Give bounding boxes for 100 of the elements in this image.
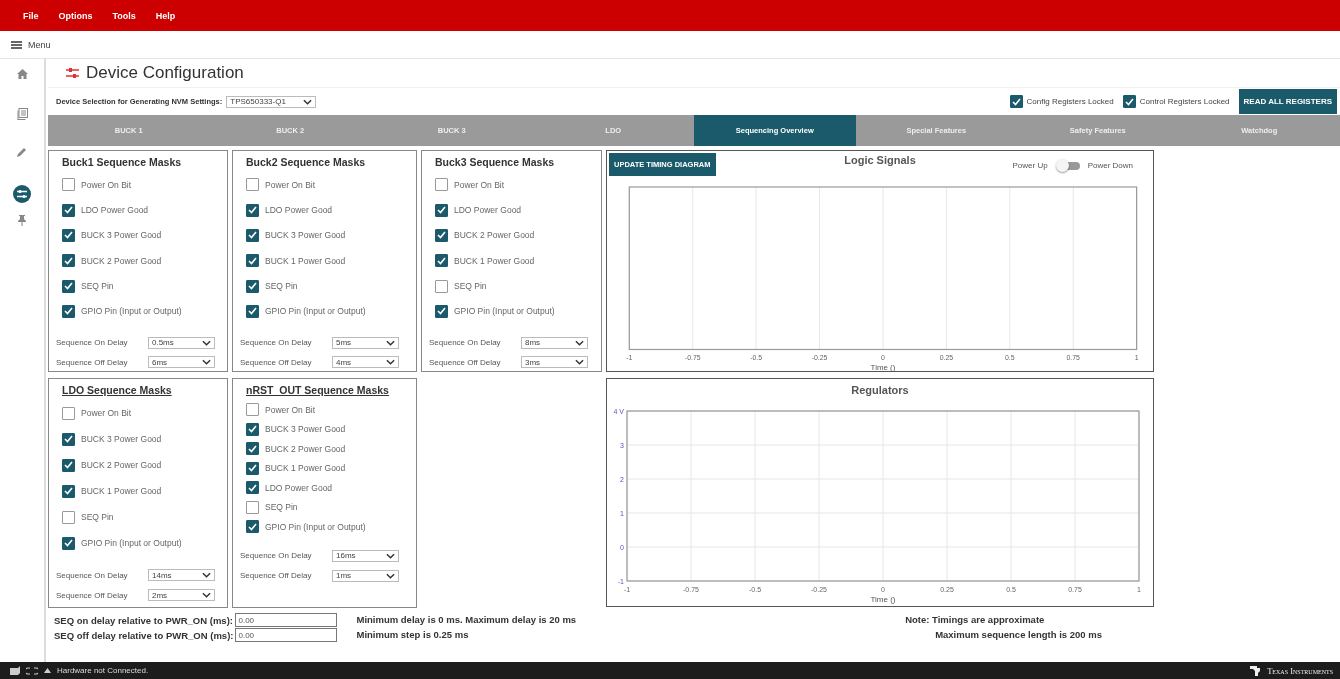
checkbox-label: SEQ Pin [265,281,298,292]
checkbox[interactable] [246,520,259,534]
checkbox-label: GPIO Pin (Input or Output) [81,306,182,317]
hint-text: Minimum delay is 0 ms. Maximum delay is 20 ms [356,614,577,625]
brand-name: Texas Instruments [1267,665,1333,676]
delay-dropdown[interactable]: 5ms [332,336,399,349]
checkbox[interactable] [62,536,75,550]
board-icon[interactable] [10,666,20,675]
checkbox[interactable] [246,422,259,436]
checkbox[interactable] [435,279,448,293]
checkbox[interactable] [62,178,75,192]
checkbox-label: LDO Power Good [81,205,149,215]
panel-title: Buck3 Sequence Masks [435,156,556,168]
delay-dropdown[interactable]: 1ms [332,569,399,582]
page-title: Device Configuration [86,63,244,83]
field-label: Sequence On Delay [56,338,129,348]
chevron-icon [386,359,395,366]
device-dropdown[interactable]: TPS650333-Q1 [226,95,317,108]
checkbox[interactable] [246,442,259,456]
checkbox[interactable] [1009,95,1023,108]
read-registers-button[interactable]: READ ALL REGISTERS [1238,89,1337,114]
menu-item[interactable]: Tools [103,6,145,25]
chart-title: Logic Signals [844,154,916,166]
checkbox-label: SEQ Pin [81,512,114,522]
checkbox-label: Power On Bit [454,179,505,190]
delay-dropdown[interactable]: 14ms [148,569,215,581]
checkbox-label: BUCK 1 Power Good [265,463,346,474]
toggle-switch[interactable] [1055,159,1080,172]
caret-up-icon[interactable] [44,668,51,673]
checkbox-label: BUCK 2 Power Good [454,230,535,241]
toggle-label: Power Up [1012,161,1048,170]
checkbox[interactable] [435,304,448,318]
logo-icon [1250,665,1262,676]
checkbox-label: Control Registers Locked [1139,97,1230,106]
chart-title: Regulators [851,384,909,396]
field-label: SEQ on delay relative to PWR_ON (ms): [54,614,234,626]
menu-button[interactable]: Menu [11,39,51,50]
checkbox[interactable] [62,254,75,268]
checkbox[interactable] [435,203,448,217]
delay-input[interactable]: 0.00 [235,613,338,627]
delay-dropdown[interactable]: 8ms [521,336,588,349]
checkbox[interactable] [62,279,75,293]
delay-dropdown[interactable]: 4ms [332,356,399,369]
field-label: SEQ off delay relative to PWR_ON (ms): [54,629,234,641]
checkbox-label: Power On Bit [265,179,316,190]
checkbox[interactable] [62,304,75,318]
checkbox[interactable] [246,461,259,475]
menu-item[interactable]: File [14,6,48,25]
field-label: Sequence Off Delay [240,571,313,580]
chevron-icon [303,98,313,105]
checkbox[interactable] [246,279,259,293]
checkbox-label: GPIO Pin (Input or Output) [265,521,366,532]
delay-dropdown[interactable]: 16ms [332,549,399,562]
chevron-icon [202,572,211,578]
checkbox[interactable] [435,178,448,192]
checkbox[interactable] [62,203,75,217]
checkbox[interactable] [246,403,259,417]
checkbox[interactable] [62,458,75,472]
checkbox[interactable] [246,481,259,495]
checkbox[interactable] [246,304,259,318]
panel-title: Buck2 Sequence Masks [246,156,367,168]
delay-dropdown[interactable]: 2ms [148,589,215,601]
list-icon[interactable] [16,108,28,120]
checkbox-label: SEQ Pin [81,281,114,292]
checkbox[interactable] [62,510,75,524]
checkbox[interactable] [246,254,259,268]
checkbox[interactable] [246,203,259,217]
pin-icon[interactable] [18,215,26,226]
menu-item[interactable]: Options [49,6,102,25]
note-text: Maximum sequence length is 200 ms [935,629,1102,640]
pencil-icon[interactable] [17,147,27,157]
checkbox[interactable] [62,432,75,446]
field-label: Sequence On Delay [240,338,313,348]
checkbox[interactable] [246,178,259,192]
field-label: Sequence Off Delay [240,357,313,367]
checkbox-label: LDO Power Good [265,482,333,493]
sliders-icon[interactable] [13,185,31,203]
delay-dropdown[interactable]: 6ms [148,356,215,369]
checkbox[interactable] [62,406,75,420]
field-label: Sequence On Delay [429,338,502,348]
checkbox[interactable] [246,228,259,242]
checkbox[interactable] [62,484,75,498]
checkbox-label: BUCK 3 Power Good [81,230,162,241]
menu-item[interactable]: Help [146,6,185,25]
checkbox[interactable] [62,228,75,242]
checkbox[interactable] [1122,95,1136,108]
home-icon[interactable] [16,69,28,79]
checkbox-label: LDO Power Good [454,205,522,215]
checkbox[interactable] [246,500,259,514]
note-text: Note: Timings are approximate [905,614,1046,625]
delay-input[interactable]: 0.00 [235,628,338,642]
checkbox-label: Power On Bit [81,408,132,418]
field-label: Sequence Off Delay [56,590,129,600]
delay-dropdown[interactable]: 0.5ms [148,336,215,349]
checkbox-label: BUCK 1 Power Good [454,255,535,266]
delay-dropdown[interactable]: 3ms [521,356,588,369]
checkbox[interactable] [435,254,448,268]
checkbox[interactable] [435,228,448,242]
axis-title: Time () [870,595,896,604]
panel-title: nRST_OUT Sequence Masks [246,384,390,396]
